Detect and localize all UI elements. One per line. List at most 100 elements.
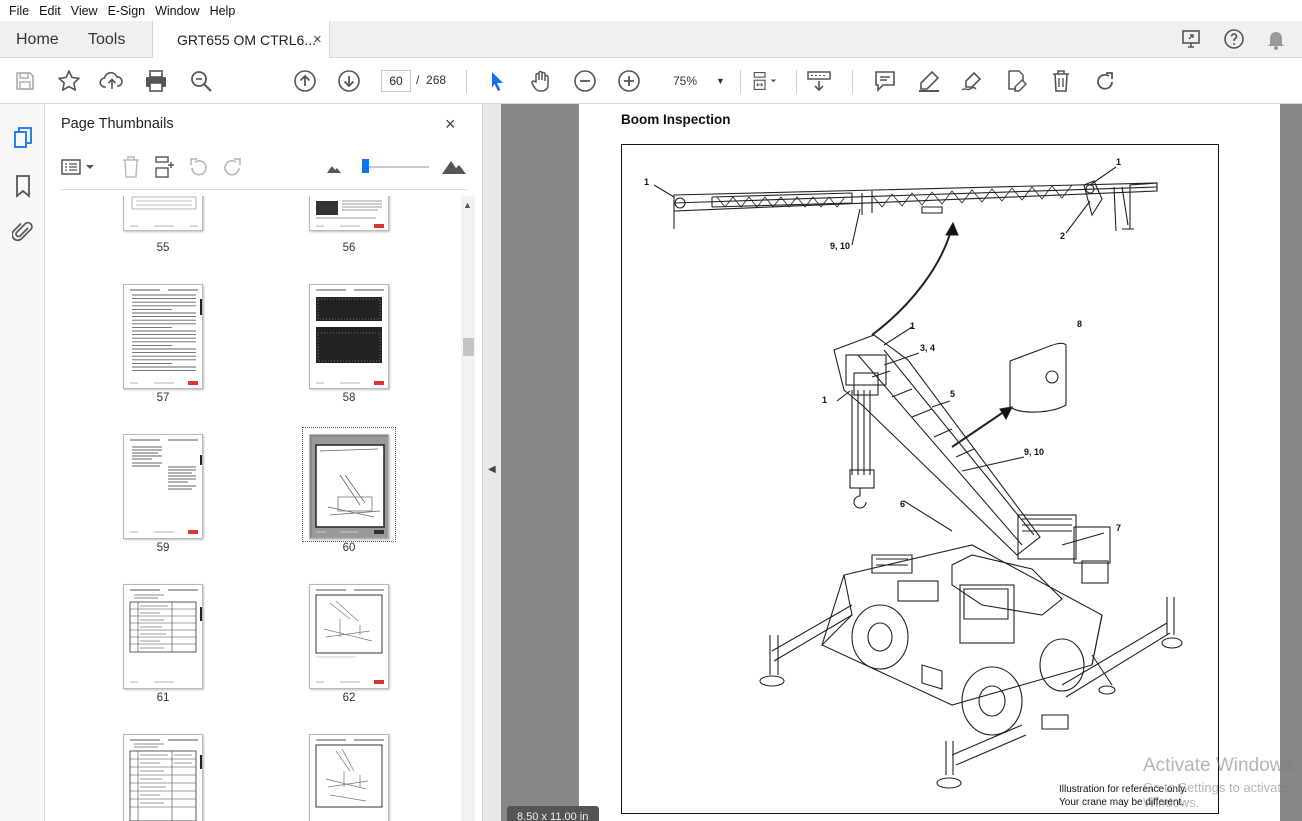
tab-document[interactable]: GRT655 OM CTRL6... ×: [152, 21, 330, 58]
panel-divider: [60, 189, 468, 190]
insert-pages-icon[interactable]: [153, 156, 175, 183]
rotate-left-icon[interactable]: [188, 156, 210, 183]
page-thumbnail-59[interactable]: [123, 434, 203, 539]
tab-home[interactable]: Home: [16, 31, 59, 49]
thumbnail-list: 55 56 57 58 59 60 61 62: [45, 196, 463, 821]
save-icon[interactable]: [12, 69, 38, 93]
thumbnail-label-61: 61: [156, 692, 170, 704]
navigation-rail: [0, 104, 45, 821]
help-icon[interactable]: [1222, 27, 1246, 51]
page-count: / 268: [416, 73, 446, 87]
crane-drawing: [653, 166, 1183, 789]
page-thumbnail-60[interactable]: [309, 434, 389, 539]
panel-close-button[interactable]: ×: [445, 114, 456, 135]
pdf-page: Boom Inspection 1 1 2 9, 10 1 3, 4 1 5 8…: [579, 104, 1280, 821]
bookmarks-icon[interactable]: [12, 174, 34, 198]
thumbnail-size-slider-handle[interactable]: [362, 159, 369, 173]
draw-freehand-icon[interactable]: [960, 69, 986, 93]
page-size-indicator: 8.50 x 11.00 in: [507, 806, 599, 821]
zoom-in-icon[interactable]: [616, 69, 642, 93]
thumbnail-label-60: 60: [342, 542, 356, 554]
acrobat-window: File Edit View E-Sign Window Help Home T…: [0, 0, 1302, 821]
hand-tool-icon[interactable]: [528, 69, 554, 93]
tab-tools[interactable]: Tools: [88, 31, 125, 49]
zoom-level-select[interactable]: 75% ▼: [660, 70, 730, 92]
scroll-up-arrow-icon[interactable]: ▲: [463, 200, 472, 210]
collapse-panel-arrow-icon[interactable]: ◀: [488, 464, 496, 475]
large-thumbnail-icon[interactable]: [441, 156, 467, 181]
menu-bar: File Edit View E-Sign Window Help: [0, 0, 1302, 21]
zoom-level-value: 75%: [673, 74, 698, 88]
page-thumbnail-61[interactable]: [123, 584, 203, 689]
previous-page-icon[interactable]: [292, 69, 318, 93]
rotate-right-icon[interactable]: [221, 156, 243, 183]
thumbnail-label-59: 59: [156, 542, 170, 554]
page-heading: Boom Inspection: [621, 112, 731, 127]
callout-7: 7: [1116, 523, 1122, 533]
page-thumbnails-icon[interactable]: [12, 126, 34, 148]
toolbar-divider: [740, 70, 741, 94]
menu-window[interactable]: Window: [150, 4, 204, 18]
tab-close-button[interactable]: ×: [313, 31, 322, 48]
small-thumbnail-icon[interactable]: [326, 161, 342, 179]
menu-view[interactable]: View: [66, 4, 103, 18]
panel-splitter[interactable]: ◀: [483, 104, 501, 821]
main-toolbar: 60 / 268 75% ▼: [0, 58, 1302, 104]
page-thumbnail-62[interactable]: [309, 584, 389, 689]
panel-title: Page Thumbnails: [61, 116, 174, 132]
page-thumbnail-57[interactable]: [123, 284, 203, 389]
thumbnail-label-58: 58: [342, 392, 356, 404]
attachments-paperclip-icon[interactable]: [11, 220, 34, 242]
bookmark-star-icon[interactable]: [56, 69, 82, 93]
scrollbar-thumb[interactable]: [463, 338, 474, 356]
menu-edit[interactable]: Edit: [34, 4, 66, 18]
toolbar-divider: [796, 70, 797, 94]
tab-document-label: GRT655 OM CTRL6...: [177, 32, 317, 48]
menu-file[interactable]: File: [4, 4, 34, 18]
page-thumbnail-58[interactable]: [309, 284, 389, 389]
page-thumbnail-55[interactable]: [123, 196, 203, 231]
delete-icon[interactable]: [1048, 69, 1074, 93]
search-zoom-icon[interactable]: [188, 69, 214, 93]
callout-1-hook: 1: [822, 395, 828, 405]
share-screen-icon[interactable]: [1180, 27, 1204, 51]
page-thumbnail-63[interactable]: [123, 734, 203, 821]
thumbnail-label-56: 56: [342, 242, 356, 254]
toolbar-divider: [466, 70, 467, 94]
thumbnail-scrollbar[interactable]: ▲: [461, 196, 475, 821]
callout-9-10-boom: 9, 10: [1024, 447, 1045, 457]
crane-illustration: 1 1 2 9, 10 1 3, 4 1 5 8 9, 10 6 7 Illus…: [621, 144, 1219, 814]
callout-8: 8: [1077, 319, 1083, 329]
fit-page-icon[interactable]: [752, 69, 778, 93]
page-thumbnail-56[interactable]: [309, 196, 389, 231]
activate-windows-watermark: Activate Windows: [1143, 755, 1293, 776]
callout-5: 5: [950, 389, 956, 399]
next-page-icon[interactable]: [336, 69, 362, 93]
select-cursor-icon[interactable]: [484, 69, 510, 93]
rotate-icon[interactable]: [1092, 69, 1118, 93]
menu-help[interactable]: Help: [205, 4, 241, 18]
thumbnail-size-slider-track[interactable]: [367, 166, 429, 168]
page-thumbnail-64[interactable]: [309, 734, 389, 821]
thumbnail-label-57: 57: [156, 392, 170, 404]
comment-icon[interactable]: [872, 69, 898, 93]
page-thumbnails-panel: Page Thumbnails × 55 56 57 58 59 60 61 6…: [45, 104, 483, 821]
delete-pages-icon[interactable]: [121, 156, 141, 183]
total-pages: 268: [426, 73, 447, 87]
edit-text-icon[interactable]: [1004, 69, 1030, 93]
page-number-input[interactable]: 60: [381, 70, 411, 92]
scroll-mode-icon[interactable]: [806, 69, 832, 93]
thumbnail-label-62: 62: [342, 692, 356, 704]
menu-esign[interactable]: E-Sign: [103, 4, 151, 18]
cloud-upload-icon[interactable]: [99, 69, 125, 93]
callout-1-boom: 1: [910, 321, 916, 331]
thumbnail-label-55: 55: [156, 242, 170, 254]
thumbnail-options-icon[interactable]: [61, 158, 97, 181]
zoom-out-icon[interactable]: [572, 69, 598, 93]
callout-1-right: 1: [1116, 157, 1122, 167]
callout-2: 2: [1060, 231, 1066, 241]
print-icon[interactable]: [143, 69, 169, 93]
callout-3-4: 3, 4: [920, 343, 936, 353]
highlight-pen-icon[interactable]: [916, 69, 942, 93]
notifications-bell-icon[interactable]: [1264, 27, 1288, 51]
